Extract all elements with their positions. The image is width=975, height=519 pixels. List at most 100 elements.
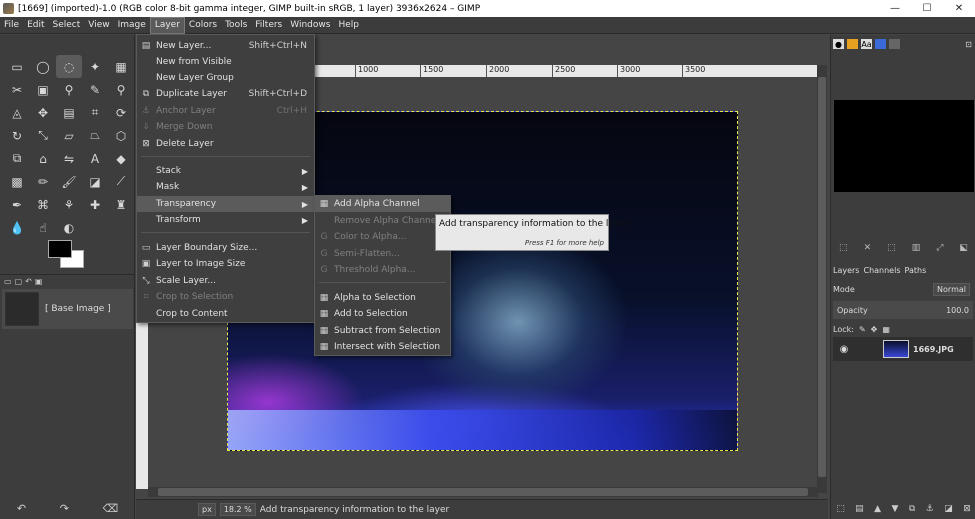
tab-channels[interactable]: Channels: [863, 266, 900, 275]
close-button[interactable]: ✕: [943, 0, 975, 17]
brush-duplicate-icon[interactable]: ⬚: [887, 243, 896, 257]
rotate-icon[interactable]: ↻: [4, 124, 30, 147]
perspective-icon[interactable]: ⏢: [82, 124, 108, 147]
fuzzy-select-icon[interactable]: ✦: [82, 55, 108, 78]
smudge-icon[interactable]: ☝: [30, 216, 56, 239]
shear-icon[interactable]: ▱: [56, 124, 82, 147]
mypaint-brush-icon[interactable]: ⌘: [30, 193, 56, 216]
unified-transform-icon[interactable]: ⟳: [108, 101, 134, 124]
mode-select[interactable]: Normal: [933, 282, 970, 296]
zoom-icon[interactable]: ⚲: [108, 78, 134, 101]
anchor-layer-icon[interactable]: ⚓: [926, 504, 934, 514]
gradients-tab-icon[interactable]: [875, 39, 886, 49]
patterns-tab-icon[interactable]: [847, 39, 858, 49]
menu-item-new-layer-group[interactable]: New Layer Group: [137, 70, 314, 86]
horizontal-scrollbar[interactable]: [148, 487, 818, 497]
raise-layer-icon[interactable]: ▲: [874, 504, 881, 514]
menu-item-transform[interactable]: Transform ▶: [137, 212, 314, 228]
ink-icon[interactable]: ✒: [4, 193, 30, 216]
menu-item-threshold-alpha[interactable]: G Threshold Alpha...: [315, 262, 450, 278]
dock-menu-icon[interactable]: ⊡: [963, 39, 974, 49]
heal-icon[interactable]: ✚: [82, 193, 108, 216]
new-layer-icon[interactable]: ⬚: [836, 504, 845, 514]
free-select-icon[interactable]: ◌: [56, 55, 82, 78]
images-tab-icon[interactable]: ▣: [35, 277, 43, 286]
mask-icon[interactable]: ◪: [944, 504, 953, 514]
vertical-scroll-thumb[interactable]: [818, 77, 826, 477]
lock-pixels-icon[interactable]: ✎: [859, 325, 866, 334]
menu-file[interactable]: File: [0, 17, 23, 34]
menu-item-layer-to-image-size[interactable]: ▣ Layer to Image Size: [137, 256, 314, 272]
paths-icon[interactable]: ⚲: [56, 78, 82, 101]
menu-item-scale-layer[interactable]: ⤡ Scale Layer...: [137, 273, 314, 289]
clone-icon[interactable]: ⚘: [56, 193, 82, 216]
align-icon[interactable]: ▤: [56, 101, 82, 124]
clear-history-icon[interactable]: ⌫: [103, 502, 119, 515]
brush-open-icon[interactable]: ⬕: [959, 243, 968, 257]
menu-item-transparency[interactable]: Transparency ▶: [137, 196, 314, 212]
menu-windows[interactable]: Windows: [286, 17, 334, 34]
perspective-clone-icon[interactable]: ♜: [108, 193, 134, 216]
menu-item-add-to-selection[interactable]: ▦ Add to Selection: [315, 306, 450, 322]
menu-item-mask[interactable]: Mask ▶: [137, 179, 314, 195]
crop-icon[interactable]: ⌗: [82, 101, 108, 124]
dodge-burn-icon[interactable]: ◐: [56, 216, 82, 239]
airbrush-icon[interactable]: ⟋: [108, 170, 134, 193]
scissors-icon[interactable]: ✂: [4, 78, 30, 101]
tool-options-tab-icon[interactable]: ▭: [4, 277, 12, 286]
3d-transform-icon[interactable]: ⬡: [108, 124, 134, 147]
menu-select[interactable]: Select: [49, 17, 85, 34]
fonts-tab-icon[interactable]: Aa: [861, 39, 872, 49]
brush-new-icon[interactable]: ✕: [864, 243, 872, 257]
color-picker-icon[interactable]: ✎: [82, 78, 108, 101]
maximize-button[interactable]: ☐: [911, 0, 943, 17]
document-history-tab-icon[interactable]: [889, 39, 900, 49]
menu-edit[interactable]: Edit: [23, 17, 48, 34]
layer-row[interactable]: ◉ 1669.JPG: [833, 337, 973, 361]
menu-view[interactable]: View: [84, 17, 113, 34]
lower-layer-icon[interactable]: ▼: [891, 504, 898, 514]
menu-item-delete-layer[interactable]: ⊠ Delete Layer: [137, 136, 314, 152]
pencil-icon[interactable]: ✏: [30, 170, 56, 193]
scale-icon[interactable]: ⤡: [30, 124, 56, 147]
menu-colors[interactable]: Colors: [185, 17, 221, 34]
undo-icon[interactable]: ↶: [17, 502, 26, 515]
menu-item-new-layer[interactable]: ▤ New Layer... Shift+Ctrl+N: [137, 38, 314, 54]
ellipse-select-icon[interactable]: ◯: [30, 55, 56, 78]
bucket-fill-icon[interactable]: ◆: [108, 147, 134, 170]
menu-layer[interactable]: Layer: [149, 16, 185, 34]
brush-delete-icon[interactable]: ▥: [912, 243, 921, 257]
measure-icon[interactable]: ◬: [4, 101, 30, 124]
device-status-tab-icon[interactable]: ▢: [15, 277, 23, 286]
opacity-value[interactable]: 100.0: [946, 306, 969, 315]
menu-item-stack[interactable]: Stack ▶: [137, 163, 314, 179]
menu-item-crop-to-selection[interactable]: ⌗ Crop to Selection: [137, 289, 314, 305]
vertical-scrollbar[interactable]: [817, 65, 827, 493]
redo-icon[interactable]: ↷: [60, 502, 69, 515]
menu-item-duplicate-layer[interactable]: ⧉ Duplicate Layer Shift+Ctrl+D: [137, 86, 314, 102]
unit-select[interactable]: px: [198, 503, 216, 516]
color-select-icon[interactable]: ▦: [108, 55, 134, 78]
undo-history-tab-icon[interactable]: ↶: [25, 277, 32, 286]
minimize-button[interactable]: —: [879, 0, 911, 17]
menu-item-anchor-layer[interactable]: ⚓ Anchor Layer Ctrl+H: [137, 103, 314, 119]
color-swatches[interactable]: [48, 240, 88, 272]
move-icon[interactable]: ✥: [30, 101, 56, 124]
menu-image[interactable]: Image: [114, 17, 150, 34]
menu-item-crop-to-content[interactable]: Crop to Content: [137, 306, 314, 322]
tab-paths[interactable]: Paths: [905, 266, 927, 275]
menu-tools[interactable]: Tools: [221, 17, 251, 34]
menu-item-merge-down[interactable]: ⇓ Merge Down: [137, 119, 314, 135]
brush-refresh-icon[interactable]: ⤢: [936, 243, 943, 257]
cage-icon[interactable]: ⌂: [30, 147, 56, 170]
lock-position-icon[interactable]: ✥: [871, 325, 878, 334]
blur-icon[interactable]: 💧: [4, 216, 30, 239]
menu-item-intersect-with-selection[interactable]: ▦ Intersect with Selection: [315, 339, 450, 355]
rect-select-icon[interactable]: ▭: [4, 55, 30, 78]
menu-item-layer-boundary-size[interactable]: ▭ Layer Boundary Size...: [137, 240, 314, 256]
images-list-item[interactable]: [ Base Image ]: [2, 289, 133, 329]
flip-icon[interactable]: ⇋: [56, 147, 82, 170]
new-layer-group-icon[interactable]: ▤: [855, 504, 864, 514]
warp-transform-icon[interactable]: ⧉: [4, 147, 30, 170]
lock-alpha-icon[interactable]: ▦: [882, 325, 890, 334]
